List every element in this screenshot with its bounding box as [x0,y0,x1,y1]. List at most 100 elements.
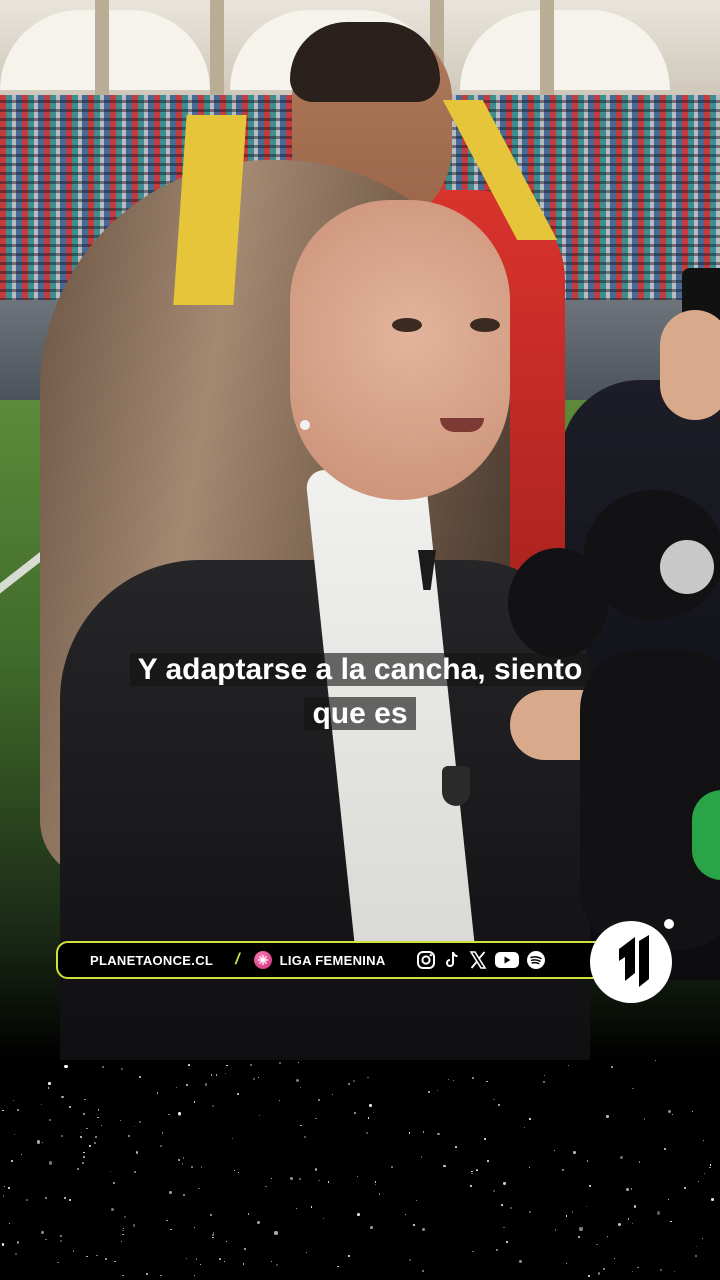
star [448,1078,450,1080]
star [11,1160,14,1163]
star [683,1186,687,1190]
star [332,1094,334,1096]
star [41,1141,43,1143]
star [566,1215,568,1217]
star [696,1246,698,1248]
star [3,1185,5,1187]
star [41,1103,43,1105]
star [209,1213,212,1216]
liga-femenina-icon [253,951,272,969]
star [237,1093,239,1096]
x-icon[interactable] [468,950,488,970]
instagram-icon[interactable] [416,950,436,970]
star [318,1179,320,1182]
star [169,1191,173,1195]
star [390,1166,393,1169]
star [279,1100,281,1102]
star [654,1060,656,1062]
star [72,1250,74,1252]
star [258,1076,260,1079]
star [8,1187,10,1189]
star [14,1134,16,1136]
star [48,1082,51,1085]
star [633,1205,637,1208]
star [518,1259,522,1263]
star [170,1228,172,1231]
star [374,1184,377,1186]
star [122,1274,124,1277]
star [503,1182,506,1185]
star [215,1074,217,1076]
star [471,1170,473,1173]
site-url[interactable]: PLANETAONCE.CL [90,953,213,968]
star [275,1263,278,1266]
star [274,1231,278,1235]
star [554,1149,556,1151]
star [120,1120,122,1122]
star [413,1223,415,1226]
star [64,1064,68,1068]
star [672,1113,674,1115]
star [303,1135,306,1138]
star [249,1063,252,1066]
star [182,1163,184,1165]
star [124,1215,126,1218]
star [41,1231,44,1234]
star [300,1124,302,1127]
star [183,1194,186,1197]
stadium-scene [0,0,720,1060]
star [327,1180,330,1183]
star [226,1064,228,1067]
star [603,1267,606,1270]
star [523,1126,526,1129]
star [146,1273,149,1276]
star [437,1089,439,1091]
star [588,1275,590,1277]
star [596,1243,599,1246]
star [701,1237,704,1239]
star [469,1184,472,1187]
star [289,1177,294,1181]
star [48,1119,51,1122]
star [375,1181,377,1183]
star [47,1087,50,1089]
earring [300,420,310,430]
star [510,1206,513,1210]
star [578,1236,580,1238]
star [2,1243,5,1246]
star [110,1207,114,1211]
star [139,1121,142,1124]
star [94,1136,97,1139]
star [579,1227,583,1231]
star [709,1167,711,1169]
star [15,1253,18,1256]
star [133,1126,135,1128]
star [212,1233,215,1236]
planetaonce-logo[interactable] [590,921,672,1003]
star [437,1132,440,1135]
star [422,1270,425,1273]
star [611,1066,613,1069]
star [105,1258,107,1261]
star [370,1226,373,1230]
spotify-icon[interactable] [526,950,546,970]
star [59,1240,62,1243]
star [233,1170,235,1172]
star [86,1127,88,1130]
video-frame[interactable] [0,0,720,1060]
tiktok-icon[interactable] [442,950,462,970]
star [485,1080,488,1083]
star [186,1257,188,1260]
star [586,1205,588,1208]
star [367,1117,370,1119]
star [193,1100,196,1103]
star [356,1176,358,1178]
star [256,1221,260,1225]
microphone-logo [660,540,714,594]
youtube-icon[interactable] [494,950,520,970]
star [195,1257,198,1260]
star [710,1198,714,1202]
brand-bar: PLANETAONCE.CL / LIGA FEMENINA [56,941,612,979]
star [626,1188,629,1191]
star [84,1099,86,1101]
